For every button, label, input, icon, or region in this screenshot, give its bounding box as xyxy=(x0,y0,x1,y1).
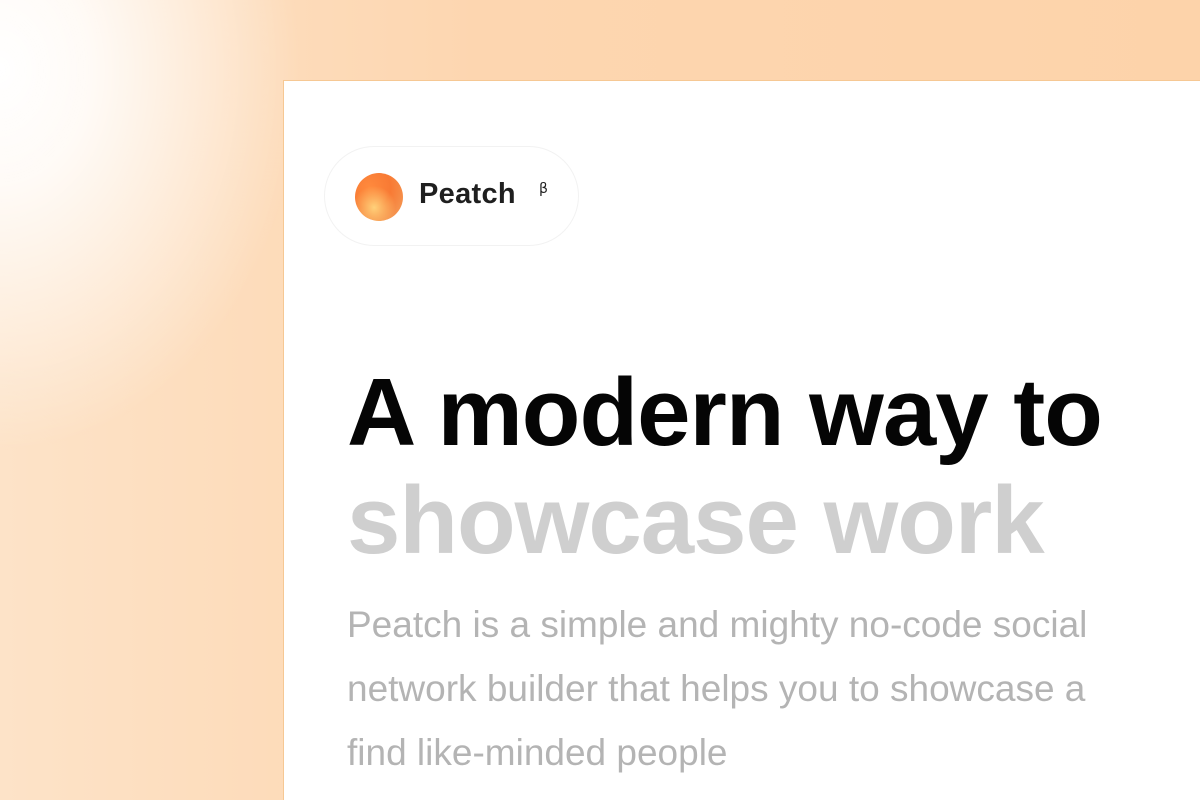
page-card: Peatch β A modern way to showcase work P… xyxy=(283,80,1200,800)
description-line-2: network builder that helps you to showca… xyxy=(347,668,1086,709)
peatch-logo-icon xyxy=(355,173,403,221)
beta-badge: β xyxy=(539,181,548,197)
description-line-1: Peatch is a simple and mighty no-code so… xyxy=(347,604,1088,645)
brand-name: Peatch xyxy=(419,178,516,210)
hero-headline: A modern way to showcase work xyxy=(347,359,1103,575)
headline-line-2: showcase work xyxy=(347,467,1045,574)
brand-logo-pill[interactable]: Peatch β xyxy=(324,146,579,246)
hero-description: Peatch is a simple and mighty no-code so… xyxy=(347,593,1200,785)
headline-line-1: A modern way to xyxy=(347,359,1103,466)
description-line-3: find like-minded people xyxy=(347,732,728,773)
